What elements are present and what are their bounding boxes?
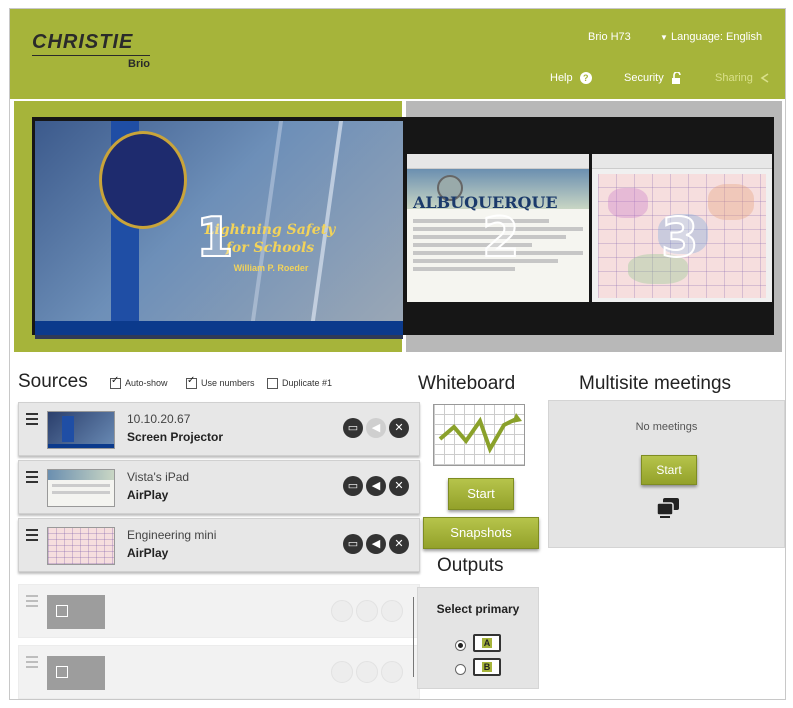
audio-muted-icon: ◀ bbox=[371, 538, 381, 550]
primary-radio-a[interactable] bbox=[455, 640, 466, 651]
mute-audio-button bbox=[356, 600, 378, 622]
mute-audio-button[interactable]: ◀ bbox=[366, 534, 386, 554]
source-thumbnail bbox=[47, 469, 115, 507]
language-selector[interactable]: ▼ Language: English bbox=[660, 31, 762, 43]
display-preview: Lightning Safety for Schools William P. … bbox=[10, 99, 785, 354]
display-icon: ▭ bbox=[347, 422, 359, 434]
source-thumbnail bbox=[47, 411, 115, 449]
source-type: AirPlay bbox=[127, 546, 169, 560]
close-icon: ✕ bbox=[394, 538, 404, 550]
whiteboard-start-button[interactable]: Start bbox=[448, 478, 514, 510]
source-thumbnail bbox=[47, 527, 115, 565]
duplicate-checkbox[interactable]: Duplicate #1 bbox=[267, 378, 332, 390]
drag-handle-icon[interactable] bbox=[26, 471, 38, 486]
show-source-button[interactable]: ▭ bbox=[343, 476, 363, 496]
sharing-label: Sharing bbox=[715, 72, 753, 84]
show-source-button bbox=[331, 661, 353, 683]
remove-source-button[interactable]: ✕ bbox=[389, 418, 409, 438]
empty-thumbnail bbox=[47, 656, 105, 690]
mute-audio-button bbox=[356, 661, 378, 683]
checkbox-checked-icon bbox=[110, 375, 121, 390]
app-frame: CHRISTIE Brio Brio H73 ▼ Language: Engli… bbox=[9, 8, 786, 700]
header-bar: CHRISTIE Brio Brio H73 ▼ Language: Engli… bbox=[10, 9, 785, 99]
close-icon: ✕ bbox=[394, 480, 404, 492]
help-button[interactable]: Help ? bbox=[550, 72, 592, 85]
snapshots-button[interactable]: Snapshots bbox=[423, 517, 539, 549]
taskbar bbox=[35, 321, 403, 335]
source-name: Vista's iPad bbox=[127, 470, 190, 484]
language-label: Language: English bbox=[670, 31, 763, 43]
tile-number-1: 1 bbox=[195, 206, 235, 269]
sources-header: Sources Auto-show Use numbers Duplicate … bbox=[18, 371, 418, 395]
source-row[interactable]: Vista's iPad AirPlay ▭ ◀ ✕ bbox=[18, 460, 420, 514]
select-primary-label: Select primary bbox=[436, 602, 520, 616]
meeting-displays-icon bbox=[656, 498, 679, 518]
drag-handle-icon[interactable] bbox=[26, 413, 38, 428]
unlock-icon bbox=[671, 72, 681, 85]
no-meetings-label: No meetings bbox=[635, 421, 698, 433]
source-row[interactable]: 10.10.20.67 Screen Projector ▭ ◀ ✕ bbox=[18, 402, 420, 456]
source-type: AirPlay bbox=[127, 488, 169, 502]
use-numbers-checkbox[interactable]: Use numbers bbox=[186, 375, 255, 390]
multisite-title: Multisite meetings bbox=[579, 373, 732, 394]
source-row[interactable]: Engineering mini AirPlay ▭ ◀ ✕ bbox=[18, 518, 420, 572]
primary-radio-b[interactable] bbox=[455, 664, 466, 675]
device-name: Brio H73 bbox=[588, 31, 631, 43]
source-name: Engineering mini bbox=[127, 528, 217, 542]
drag-handle-icon bbox=[26, 656, 38, 671]
display-b-icon[interactable]: B bbox=[473, 658, 501, 676]
outputs-panel: Select primary A B bbox=[417, 587, 539, 689]
help-label: Help bbox=[550, 72, 573, 84]
display-icon: ▭ bbox=[347, 538, 359, 550]
christie-logo: CHRISTIE Brio bbox=[32, 31, 150, 70]
empty-source-slot bbox=[18, 584, 420, 638]
squadron-patch-image bbox=[99, 131, 187, 229]
autoshow-checkbox[interactable]: Auto-show bbox=[110, 375, 168, 390]
show-source-button bbox=[331, 600, 353, 622]
remove-source-button bbox=[381, 661, 403, 683]
drag-handle-icon[interactable] bbox=[26, 529, 38, 544]
remove-source-button bbox=[381, 600, 403, 622]
mute-audio-button[interactable]: ◀ bbox=[366, 418, 386, 438]
remove-source-button[interactable]: ✕ bbox=[389, 534, 409, 554]
display-a-icon[interactable]: A bbox=[473, 634, 501, 652]
whiteboard-title: Whiteboard bbox=[418, 373, 516, 394]
source-name: 10.10.20.67 bbox=[127, 412, 191, 426]
checkbox-checked-icon bbox=[186, 375, 197, 390]
close-icon: ✕ bbox=[394, 422, 404, 434]
outputs-title: Outputs bbox=[437, 555, 504, 576]
empty-thumbnail bbox=[47, 595, 105, 629]
whiteboard-chart-icon bbox=[433, 404, 525, 466]
multisite-start-button[interactable]: Start bbox=[641, 455, 697, 485]
mute-audio-button[interactable]: ◀ bbox=[366, 476, 386, 496]
audio-muted-icon: ◀ bbox=[371, 480, 381, 492]
tile-number-2: 2 bbox=[481, 206, 521, 269]
empty-source-slot bbox=[18, 645, 420, 699]
sources-title: Sources bbox=[18, 371, 88, 392]
security-button[interactable]: Security bbox=[624, 72, 683, 85]
tile-number-3: 3 bbox=[660, 206, 700, 269]
show-source-button[interactable]: ▭ bbox=[343, 418, 363, 438]
audio-icon: ◀ bbox=[371, 422, 381, 434]
divider bbox=[413, 597, 414, 677]
drag-handle-icon bbox=[26, 595, 38, 610]
help-icon: ? bbox=[579, 72, 592, 85]
sharing-button[interactable]: Sharing bbox=[715, 72, 770, 84]
multisite-panel: No meetings Start bbox=[548, 400, 785, 548]
security-label: Security bbox=[624, 72, 664, 84]
remove-source-button[interactable]: ✕ bbox=[389, 476, 409, 496]
display-icon: ▭ bbox=[347, 480, 359, 492]
show-source-button[interactable]: ▭ bbox=[343, 534, 363, 554]
checkbox-empty-icon bbox=[267, 378, 278, 390]
source-type: Screen Projector bbox=[127, 430, 224, 444]
caret-down-icon: ▼ bbox=[660, 33, 668, 42]
share-icon bbox=[760, 73, 769, 83]
